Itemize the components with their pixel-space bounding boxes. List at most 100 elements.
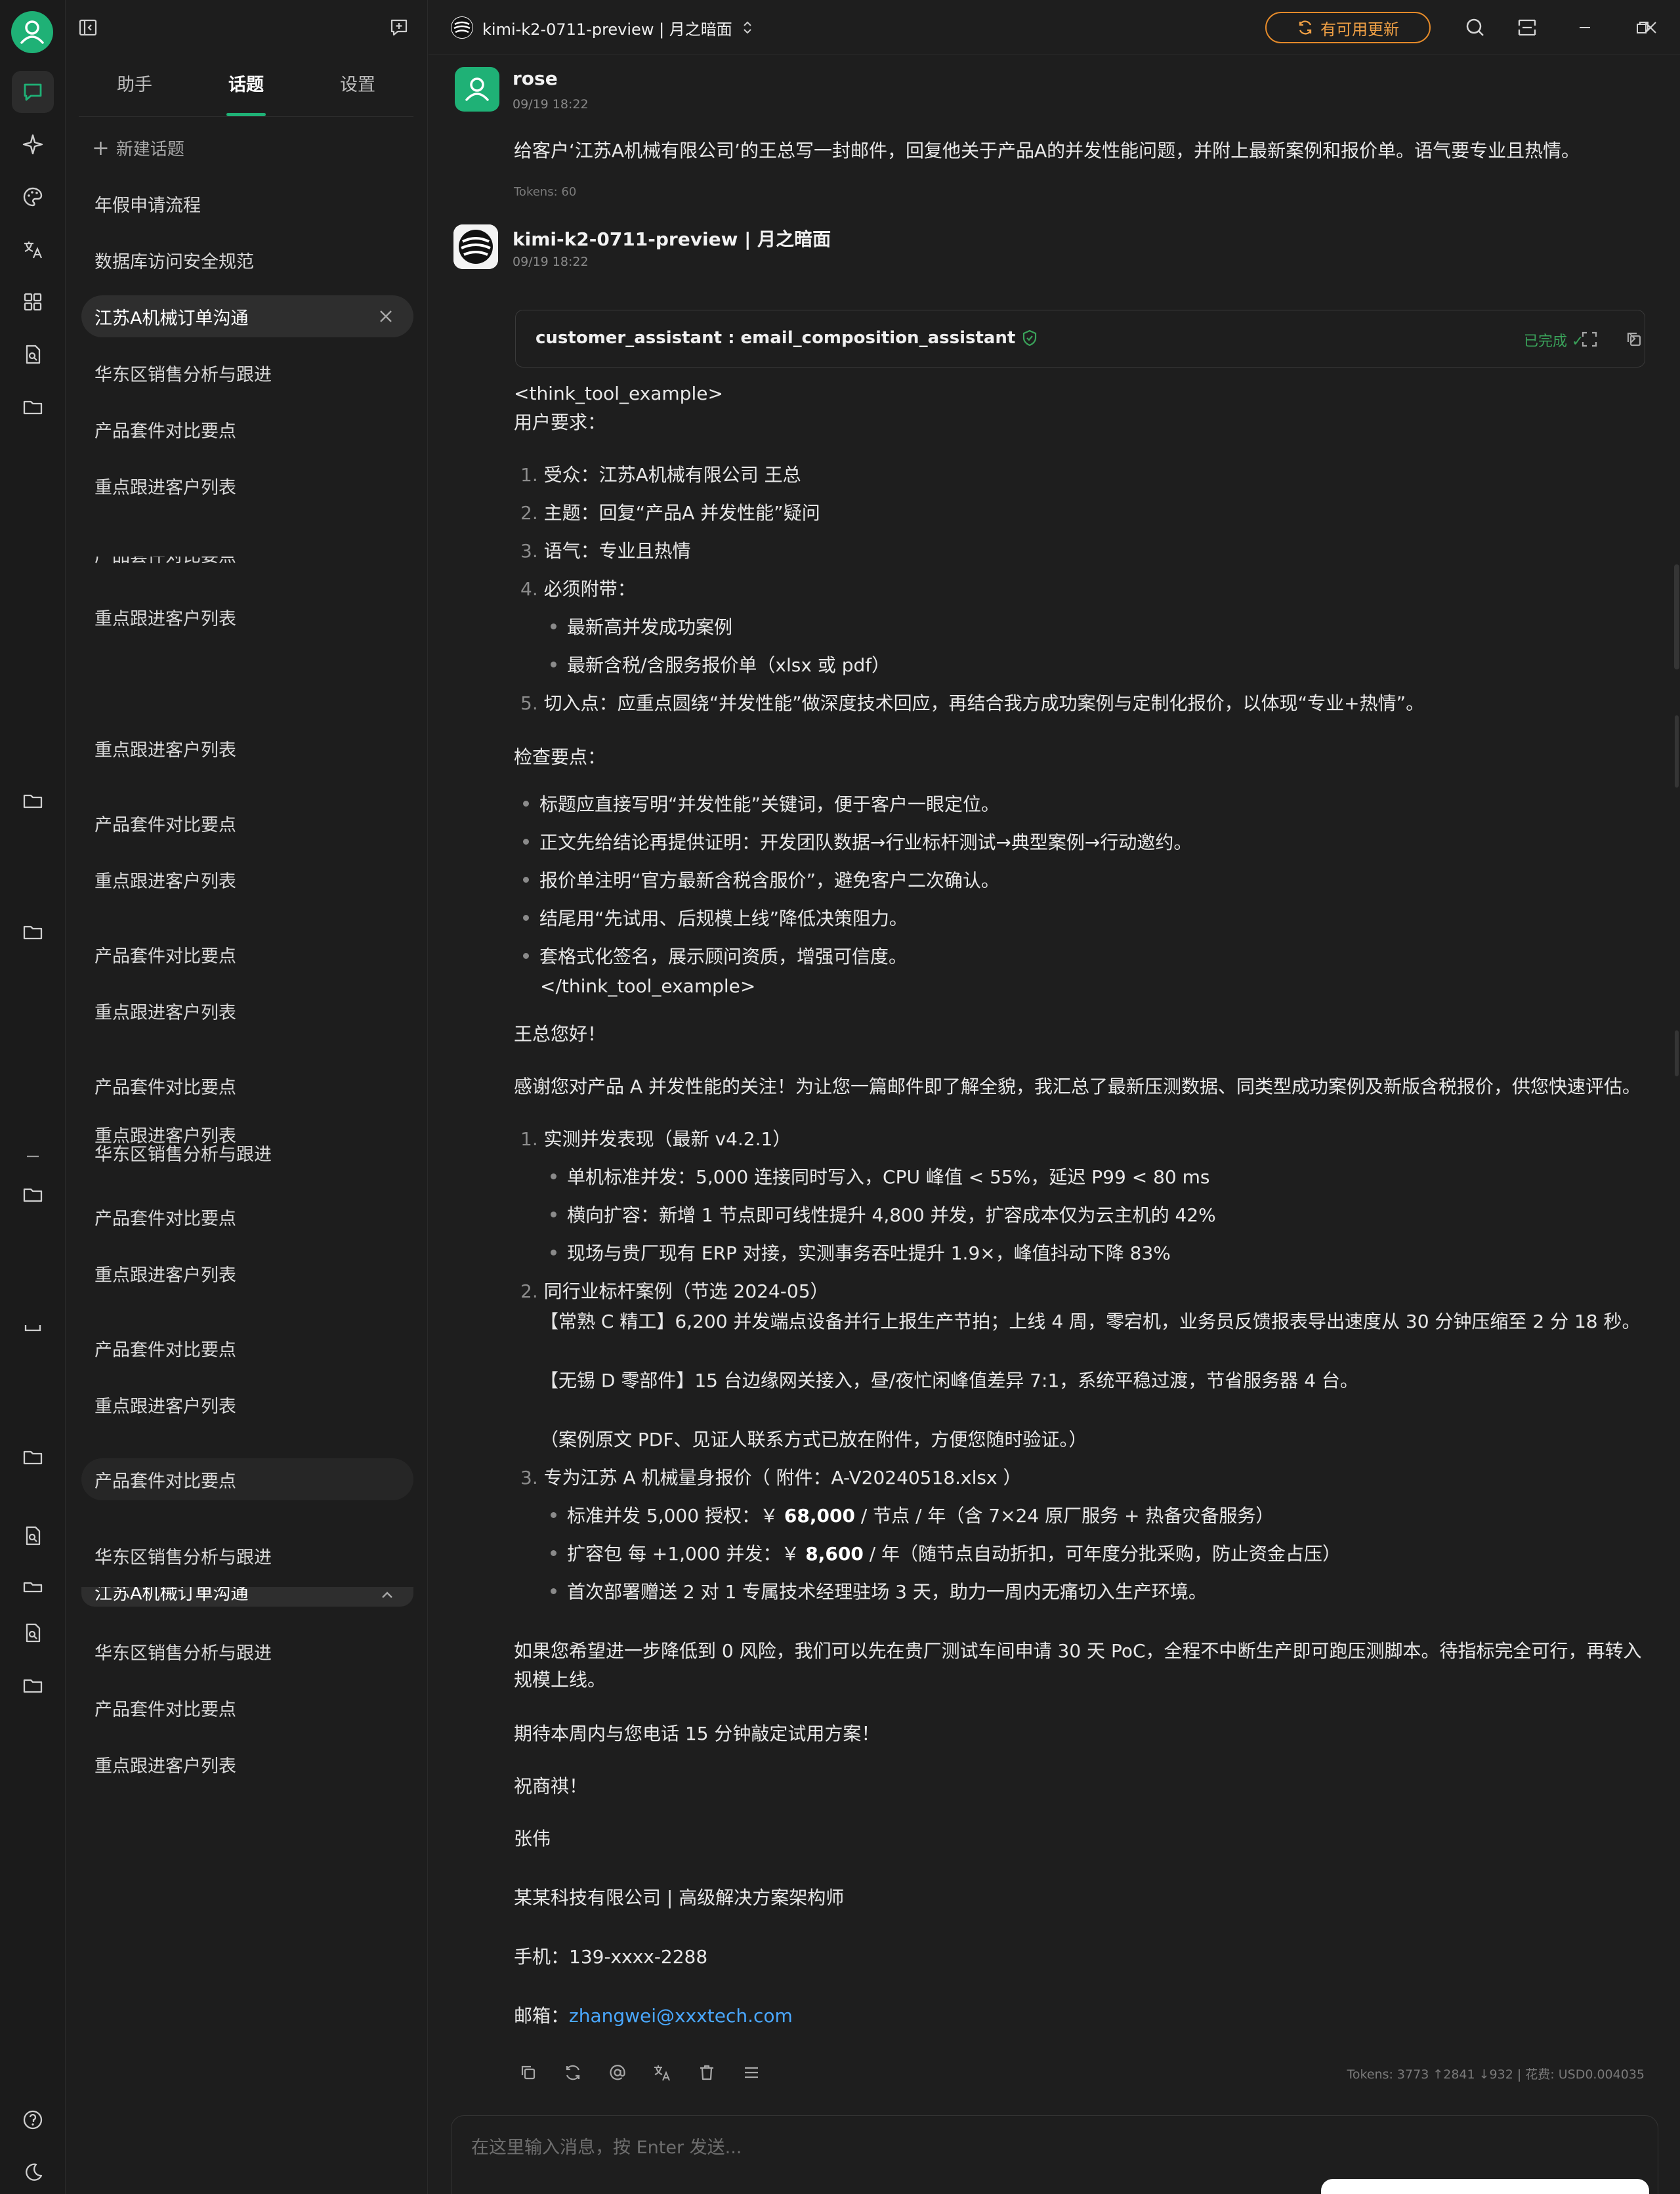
mention-icon[interactable] xyxy=(603,2058,632,2087)
new-chat-icon[interactable] xyxy=(385,13,413,42)
user-avatar[interactable] xyxy=(11,11,53,53)
sparkle-icon[interactable] xyxy=(18,130,47,159)
topic-item[interactable]: 数据库访问安全规范 xyxy=(81,239,413,281)
close-icon[interactable] xyxy=(377,307,395,326)
topic-item[interactable]: 重点跟进客户列表 xyxy=(81,1252,413,1294)
folder-icon[interactable] xyxy=(18,1671,47,1700)
regenerate-icon[interactable] xyxy=(558,2058,587,2087)
topic-item[interactable]: 重点跟进客户列表 xyxy=(81,1743,413,1785)
think-close-tag: </think_tool_example> xyxy=(540,975,756,997)
copy-icon[interactable] xyxy=(514,2058,543,2087)
list-item: 报价单注明“官方最新含税含服价”，避免客户二次确认。 xyxy=(523,868,999,894)
email-closing: 祝商祺！ xyxy=(514,1775,588,1797)
bullet xyxy=(523,800,529,807)
topic-item[interactable]: 产品套件对比要点 xyxy=(81,802,413,844)
topic-item[interactable]: 产品套件对比要点 xyxy=(81,408,413,450)
close-window-icon[interactable] xyxy=(1636,13,1665,42)
scrollbar-thumb[interactable] xyxy=(1674,564,1679,669)
sidebar-toggle-icon[interactable] xyxy=(74,13,102,42)
user-tokens: Tokens: 60 xyxy=(514,185,577,199)
chevron-up-icon[interactable] xyxy=(379,1588,395,1601)
scrollbar-thumb[interactable] xyxy=(1675,1030,1679,1076)
file-search-icon[interactable] xyxy=(18,1521,47,1550)
new-topic-button[interactable]: + 新建话题 xyxy=(92,133,184,162)
message-input[interactable] xyxy=(471,2134,1587,2161)
list-text: 语气：专业且热情 xyxy=(543,540,691,562)
chevron-right-icon[interactable] xyxy=(1619,326,1645,352)
topic-item[interactable]: 重点跟进客户列表 xyxy=(81,1383,413,1425)
price-text: 标准并发 5,000 授权：￥ xyxy=(567,1505,784,1527)
update-available-button[interactable]: 有可用更新 xyxy=(1265,12,1431,43)
email-link[interactable]: zhangwei@xxxtech.com xyxy=(569,2005,793,2027)
tool-call-card[interactable]: customer_assistant : email_composition_a… xyxy=(515,310,1645,368)
topic-item[interactable]: 重点跟进客户列表 xyxy=(81,596,413,638)
chat-icon[interactable] xyxy=(12,71,54,113)
topic-item[interactable]: 产品套件对比要点 xyxy=(81,1687,413,1729)
topic-item-active[interactable]: 江苏A机械订单沟通 xyxy=(81,295,413,337)
palette-icon[interactable] xyxy=(18,182,47,211)
signature-email: 邮箱：zhangwei@xxxtech.com xyxy=(514,2003,793,2029)
help-icon[interactable] xyxy=(18,2105,47,2134)
expand-icon[interactable] xyxy=(1576,326,1603,352)
file-search-icon[interactable] xyxy=(18,340,47,369)
model-selector[interactable]: kimi-k2-0711-preview | 月之暗面 xyxy=(451,13,753,42)
file-search-icon[interactable] xyxy=(18,1618,47,1647)
topic-label: 重点跟进客户列表 xyxy=(94,477,236,498)
list-text: 结尾用“先试用、后规模上线”降低决策阻力。 xyxy=(539,908,908,929)
list-item: 1. 受众：江苏A机械有限公司 王总 xyxy=(520,462,801,488)
topic-item-clipped[interactable]: 江苏A机械订单沟通 xyxy=(81,1587,413,1607)
chat-main: kimi-k2-0711-preview | 月之暗面 有可用更新 rose 0… xyxy=(429,0,1680,2194)
topic-item[interactable]: 华东区销售分析与跟进 xyxy=(81,352,413,394)
topic-label: 华东区销售分析与跟进 xyxy=(94,1144,272,1165)
tab-assistant[interactable]: 助手 xyxy=(79,63,190,116)
minimize-icon[interactable] xyxy=(1570,13,1599,42)
search-icon[interactable] xyxy=(1461,13,1490,42)
topic-label: 重点跟进客户列表 xyxy=(94,1265,236,1286)
topic-item[interactable]: 重点跟进客户列表 xyxy=(81,990,413,1032)
list-text: 正文先给结论再提供证明：开发团队数据→行业标杆测试→典型案例→行动邀约。 xyxy=(539,832,1192,853)
list-item: 4. 必须附带： xyxy=(520,576,636,602)
topic-item[interactable]: 产品套件对比要点 xyxy=(81,1196,413,1238)
scrollbar-thumb[interactable] xyxy=(1675,715,1679,788)
kimi-logo-icon xyxy=(453,224,498,269)
folder-icon[interactable] xyxy=(18,1574,47,1603)
folder-icon[interactable] xyxy=(18,392,47,421)
layout-icon[interactable] xyxy=(1513,13,1542,42)
topic-item[interactable]: 产品套件对比要点 xyxy=(81,1458,413,1500)
topic-item[interactable]: 产品套件对比要点 xyxy=(81,1065,413,1107)
case-1: 【常熟 C 精工】6,200 并发端点设备并行上报生产节拍；上线 4 周，零宕机… xyxy=(540,1311,1641,1332)
list-item: 标准并发 5,000 授权：￥ 68,000 / 节点 / 年（含 7×24 原… xyxy=(551,1503,1274,1529)
bullet xyxy=(551,1588,556,1594)
topic-label: 产品套件对比要点 xyxy=(94,1699,236,1720)
translate-icon[interactable] xyxy=(648,2058,677,2087)
topic-item[interactable]: 产品套件对比要点 xyxy=(81,1327,413,1369)
bullet xyxy=(551,1173,556,1179)
price-text: / 节点 / 年（含 7×24 原厂服务 + 热备灾备服务） xyxy=(854,1505,1274,1527)
topic-item[interactable]: 华东区销售分析与跟进 xyxy=(81,1141,413,1165)
tool-name-label: customer_assistant : email_composition_a… xyxy=(536,328,1016,348)
folder-icon[interactable] xyxy=(18,1443,47,1471)
tray-icon[interactable] xyxy=(18,1313,47,1341)
list-number: 1. xyxy=(520,1128,538,1150)
topic-item[interactable]: 华东区销售分析与跟进 xyxy=(81,1630,413,1672)
folder-icon[interactable] xyxy=(18,786,47,815)
topic-item[interactable]: 华东区销售分析与跟进 xyxy=(81,1534,413,1576)
requirements-heading: 用户要求： xyxy=(514,411,606,433)
apps-grid-icon[interactable] xyxy=(18,287,47,316)
folder-icon[interactable] xyxy=(18,1180,47,1209)
list-text: 标题应直接写明“并发性能”关键词，便于客户一眼定位。 xyxy=(539,793,1000,815)
topic-label: 产品套件对比要点 xyxy=(94,421,236,442)
bot-time: 09/19 18:22 xyxy=(513,255,589,269)
translate-icon[interactable] xyxy=(18,235,47,264)
topic-item[interactable]: 产品套件对比要点 xyxy=(81,933,413,975)
menu-icon[interactable] xyxy=(737,2058,766,2087)
topic-item[interactable]: 重点跟进客户列表 xyxy=(81,858,413,900)
topic-item[interactable]: 重点跟进客户列表 xyxy=(81,727,413,769)
trash-icon[interactable] xyxy=(692,2058,721,2087)
folder-icon[interactable] xyxy=(18,918,47,946)
topic-item[interactable]: 重点跟进客户列表 xyxy=(81,465,413,507)
tab-topics[interactable]: 话题 xyxy=(190,63,302,116)
tab-settings[interactable]: 设置 xyxy=(302,63,413,116)
topic-item[interactable]: 年假申请流程 xyxy=(81,182,413,224)
moon-icon[interactable] xyxy=(18,2158,47,2187)
